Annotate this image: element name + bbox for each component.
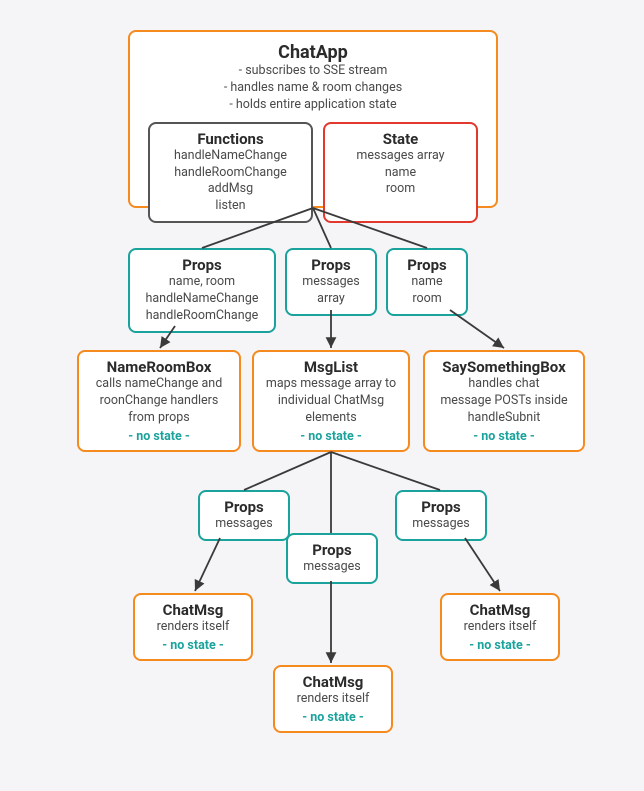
msgprops-mid: Props messages bbox=[286, 533, 378, 584]
chatmsg-mid-line: renders itself bbox=[283, 691, 383, 708]
saysomethingbox: SaySomethingBox handles chat message POS… bbox=[423, 350, 585, 452]
functions-box: Functions handleNameChange handleRoomCha… bbox=[148, 122, 313, 224]
msglist-line-2: elements bbox=[262, 410, 400, 427]
props-mid-item-0: messages bbox=[295, 274, 367, 291]
chatmsg-left-line: renders itself bbox=[143, 619, 243, 636]
saysomethingbox-line-1: message POSTs inside bbox=[433, 393, 575, 410]
props-right: Props name room bbox=[386, 248, 468, 316]
chatmsg-mid-title: ChatMsg bbox=[283, 673, 383, 691]
nameroombox-nostate: - no state - bbox=[87, 429, 231, 444]
msgprops-left: Props messages bbox=[198, 490, 290, 541]
msglist-nostate: - no state - bbox=[262, 429, 400, 444]
functions-item-3: listen bbox=[158, 198, 303, 215]
chatapp-box: ChatApp - subscribes to SSE stream - han… bbox=[128, 30, 498, 208]
chatmsg-right-nostate: - no state - bbox=[450, 638, 550, 653]
props-left-item-0: name, room bbox=[138, 274, 266, 291]
msgprops-right-title: Props bbox=[405, 498, 477, 516]
msglist-line-1: individual ChatMsg bbox=[262, 393, 400, 410]
functions-item-2: addMsg bbox=[158, 181, 303, 198]
functions-item-0: handleNameChange bbox=[158, 148, 303, 165]
msglist-title: MsgList bbox=[262, 358, 400, 376]
chatapp-line-2: - holds entire application state bbox=[142, 97, 484, 114]
chatapp-title: ChatApp bbox=[142, 42, 484, 63]
props-left-title: Props bbox=[138, 256, 266, 274]
msgprops-mid-title: Props bbox=[296, 541, 368, 559]
nameroombox: NameRoomBox calls nameChange and roonCha… bbox=[77, 350, 241, 452]
state-item-2: room bbox=[333, 181, 468, 198]
saysomethingbox-line-2: handleSubnit bbox=[433, 410, 575, 427]
chatmsg-right: ChatMsg renders itself - no state - bbox=[440, 593, 560, 661]
props-mid-item-1: array bbox=[295, 291, 367, 308]
props-left-item-1: handleNameChange bbox=[138, 291, 266, 308]
chatmsg-mid-nostate: - no state - bbox=[283, 710, 383, 725]
state-title: State bbox=[333, 130, 468, 148]
nameroombox-line-1: roonChange handlers bbox=[87, 393, 231, 410]
props-mid: Props messages array bbox=[285, 248, 377, 316]
saysomethingbox-line-0: handles chat bbox=[433, 376, 575, 393]
msgprops-right-item: messages bbox=[405, 516, 477, 533]
msgprops-mid-item: messages bbox=[296, 559, 368, 576]
state-item-0: messages array bbox=[333, 148, 468, 165]
saysomethingbox-nostate: - no state - bbox=[433, 429, 575, 444]
msgprops-right: Props messages bbox=[395, 490, 487, 541]
props-left-item-2: handleRoomChange bbox=[138, 308, 266, 325]
nameroombox-line-0: calls nameChange and bbox=[87, 376, 231, 393]
msgprops-left-item: messages bbox=[208, 516, 280, 533]
nameroombox-line-2: from props bbox=[87, 410, 231, 427]
chatmsg-left: ChatMsg renders itself - no state - bbox=[133, 593, 253, 661]
chatmsg-right-title: ChatMsg bbox=[450, 601, 550, 619]
chatmsg-right-line: renders itself bbox=[450, 619, 550, 636]
saysomethingbox-title: SaySomethingBox bbox=[433, 358, 575, 376]
chatapp-line-0: - subscribes to SSE stream bbox=[142, 63, 484, 80]
state-box: State messages array name room bbox=[323, 122, 478, 224]
state-item-1: name bbox=[333, 165, 468, 182]
msgprops-left-title: Props bbox=[208, 498, 280, 516]
nameroombox-title: NameRoomBox bbox=[87, 358, 231, 376]
props-right-title: Props bbox=[396, 256, 458, 274]
chatmsg-left-title: ChatMsg bbox=[143, 601, 243, 619]
functions-title: Functions bbox=[158, 130, 303, 148]
functions-item-1: handleRoomChange bbox=[158, 165, 303, 182]
chatmsg-mid: ChatMsg renders itself - no state - bbox=[273, 665, 393, 733]
props-right-item-0: name bbox=[396, 274, 458, 291]
chatmsg-left-nostate: - no state - bbox=[143, 638, 243, 653]
chatapp-line-1: - handles name & room changes bbox=[142, 80, 484, 97]
props-mid-title: Props bbox=[295, 256, 367, 274]
msglist-line-0: maps message array to bbox=[262, 376, 400, 393]
props-left: Props name, room handleNameChange handle… bbox=[128, 248, 276, 333]
msglist: MsgList maps message array to individual… bbox=[252, 350, 410, 452]
props-right-item-1: room bbox=[396, 291, 458, 308]
